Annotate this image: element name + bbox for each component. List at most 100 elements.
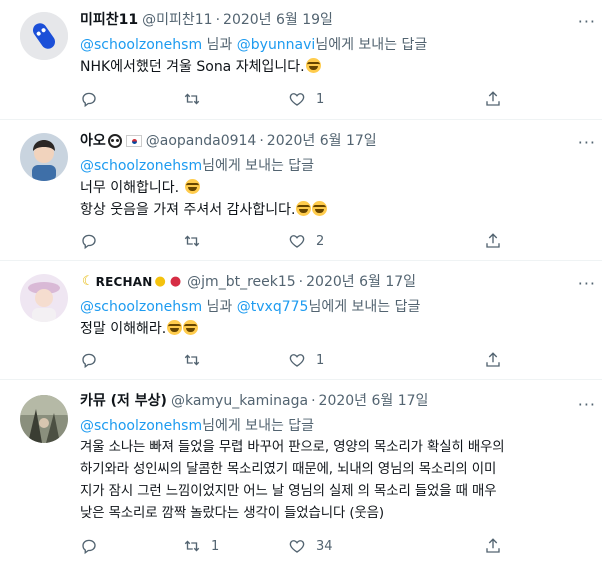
mention-link[interactable]: @schoolzonehsm [80,299,202,315]
like-count: 34 [316,538,333,554]
tweet-3[interactable]: ☾ RECHAN ● ● @jm_bt_reek15 · 2020년 6월 17… [0,262,602,380]
like-icon [289,93,305,106]
author-name[interactable]: 아오 [80,131,106,151]
like-count: 1 [316,91,325,107]
reply-icon [82,92,96,108]
reply-to-line: @schoolzonehsm님에게 보내는 답글 [80,415,588,437]
retweet-icon [184,235,200,247]
reply-icon [82,353,96,369]
share-button[interactable] [484,536,512,556]
more-icon[interactable]: ··· [578,397,596,413]
tweet-line: NHK에서했던 겨울 Sona 자체입니다. [80,59,305,75]
tweet-2[interactable]: 아오 @aopanda0914 · 2020년 6월 17일 @schoolzo… [0,121,602,261]
like-button[interactable]: 34 [288,536,333,556]
author-handle[interactable]: @jm_bt_reek15 [187,272,296,292]
like-icon [289,235,305,248]
share-icon [486,538,500,553]
rofl-emoji-icon [183,320,199,335]
tweet-line: 너무 이해합니다. [80,177,588,199]
tweet-text: 정말 이해해라. [80,318,588,340]
reply-connector: 님과 [202,299,237,315]
tweet-line-text: 너무 이해합니다. [80,180,180,196]
like-icon [289,354,305,367]
mention-link[interactable]: @schoolzonehsm [80,158,202,174]
like-button[interactable]: 1 [288,89,324,109]
share-button[interactable] [484,89,512,109]
reply-suffix: 님에게 보내는 답글 [202,418,315,434]
retweet-count: 1 [211,538,220,554]
like-button[interactable]: 1 [288,350,324,370]
tweet-date[interactable]: 2020년 6월 17일 [267,131,377,151]
author-name[interactable]: 미피찬11 [80,10,138,30]
tweet-date[interactable]: 2020년 6월 17일 [306,272,416,292]
avatar[interactable] [20,274,68,322]
tweet-date[interactable]: 2020년 6월 19일 [223,10,333,30]
more-icon[interactable]: ··· [578,14,596,30]
more-icon[interactable]: ··· [578,135,596,151]
reply-suffix: 님에게 보내는 답글 [315,37,428,53]
action-bar: 1 34 [80,536,510,556]
share-icon [486,352,500,367]
author-name[interactable]: 카뮤 (저 부상) [80,391,167,411]
reply-connector: 님과 [202,37,237,53]
tweet-4[interactable]: 카뮤 (저 부상) @kamyu_kaminaga · 2020년 6월 17일… [0,381,602,566]
share-icon [486,91,500,106]
share-button[interactable] [484,231,512,251]
tweet-line: 겨울 소나는 빠져 들었을 무렵 바꾸어 판으로, 영양의 목소리가 확실히 배… [80,440,505,455]
mention-link[interactable]: @schoolzonehsm [80,418,202,434]
retweet-icon [184,540,200,552]
author-handle[interactable]: @kamyu_kaminaga [171,391,308,411]
laughing-emoji-icon [184,179,200,194]
reply-icon [82,539,96,555]
separator-dot: · [259,133,264,149]
reply-button[interactable] [80,231,108,251]
action-bar: 1 [80,89,510,109]
laughing-emoji-icon [305,58,321,73]
like-button[interactable]: 2 [288,231,324,251]
retweet-icon [184,93,200,105]
retweet-icon [184,354,200,366]
tweet-line: 정말 이해해라. [80,321,167,337]
rofl-emoji-icon [167,320,183,335]
retweet-button[interactable] [183,89,211,109]
tweet-line: 지가 잠시 그런 느낌이었지만 어느 날 영님의 실제 의 목소리 들었을 때 … [80,484,497,499]
moon-icon: ☾ [82,274,94,289]
retweet-button[interactable] [183,350,211,370]
more-icon[interactable]: ··· [578,276,596,292]
separator-dot: · [311,393,316,409]
action-bar: 2 [80,231,510,251]
avatar[interactable] [20,12,68,60]
avatar[interactable] [20,395,68,443]
laughing-emoji-icon [296,201,312,216]
avatar[interactable] [20,133,68,181]
strawberry-icon: ● [169,274,182,289]
reply-suffix: 님에게 보내는 답글 [202,158,315,174]
reply-button[interactable] [80,536,108,556]
like-count: 2 [316,233,325,249]
mention-link[interactable]: @byunnavi [237,37,316,53]
reply-button[interactable] [80,350,108,370]
author-handle[interactable]: @미피찬11 [142,10,212,30]
chick-icon: ● [154,274,166,289]
laughing-emoji-icon [312,201,328,216]
retweet-button[interactable]: 1 [183,536,219,556]
share-button[interactable] [484,350,512,370]
tweet-text: 겨울 소나는 빠져 들었을 무렵 바꾸어 판으로, 영양의 목소리가 확실히 배… [80,437,588,525]
author-handle[interactable]: @aopanda0914 [146,131,257,151]
reply-to-line: @schoolzonehsm님에게 보내는 답글 [80,155,588,177]
mention-link[interactable]: @tvxq775 [237,299,309,315]
like-icon [289,540,305,553]
reply-to-line: @schoolzonehsm 님과 @tvxq775님에게 보내는 답글 [80,296,588,318]
reply-icon [82,234,96,250]
tweet-text: NHK에서했던 겨울 Sona 자체입니다. [80,56,588,78]
tweet-date[interactable]: 2020년 6월 17일 [319,391,429,411]
mention-link[interactable]: @schoolzonehsm [80,37,202,53]
panda-emoji-icon [107,134,122,148]
reply-to-line: @schoolzonehsm 님과 @byunnavi님에게 보내는 답글 [80,34,588,56]
reply-suffix: 님에게 보내는 답글 [308,299,421,315]
author-name[interactable]: RECHAN [96,272,153,292]
tweet-1[interactable]: 미피찬11 @미피찬11 · 2020년 6월 19일 @schoolzoneh… [0,0,602,120]
reply-button[interactable] [80,89,108,109]
retweet-button[interactable] [183,231,211,251]
tweet-line-text: 항상 웃음을 가져 주셔서 감사합니다. [80,202,296,218]
